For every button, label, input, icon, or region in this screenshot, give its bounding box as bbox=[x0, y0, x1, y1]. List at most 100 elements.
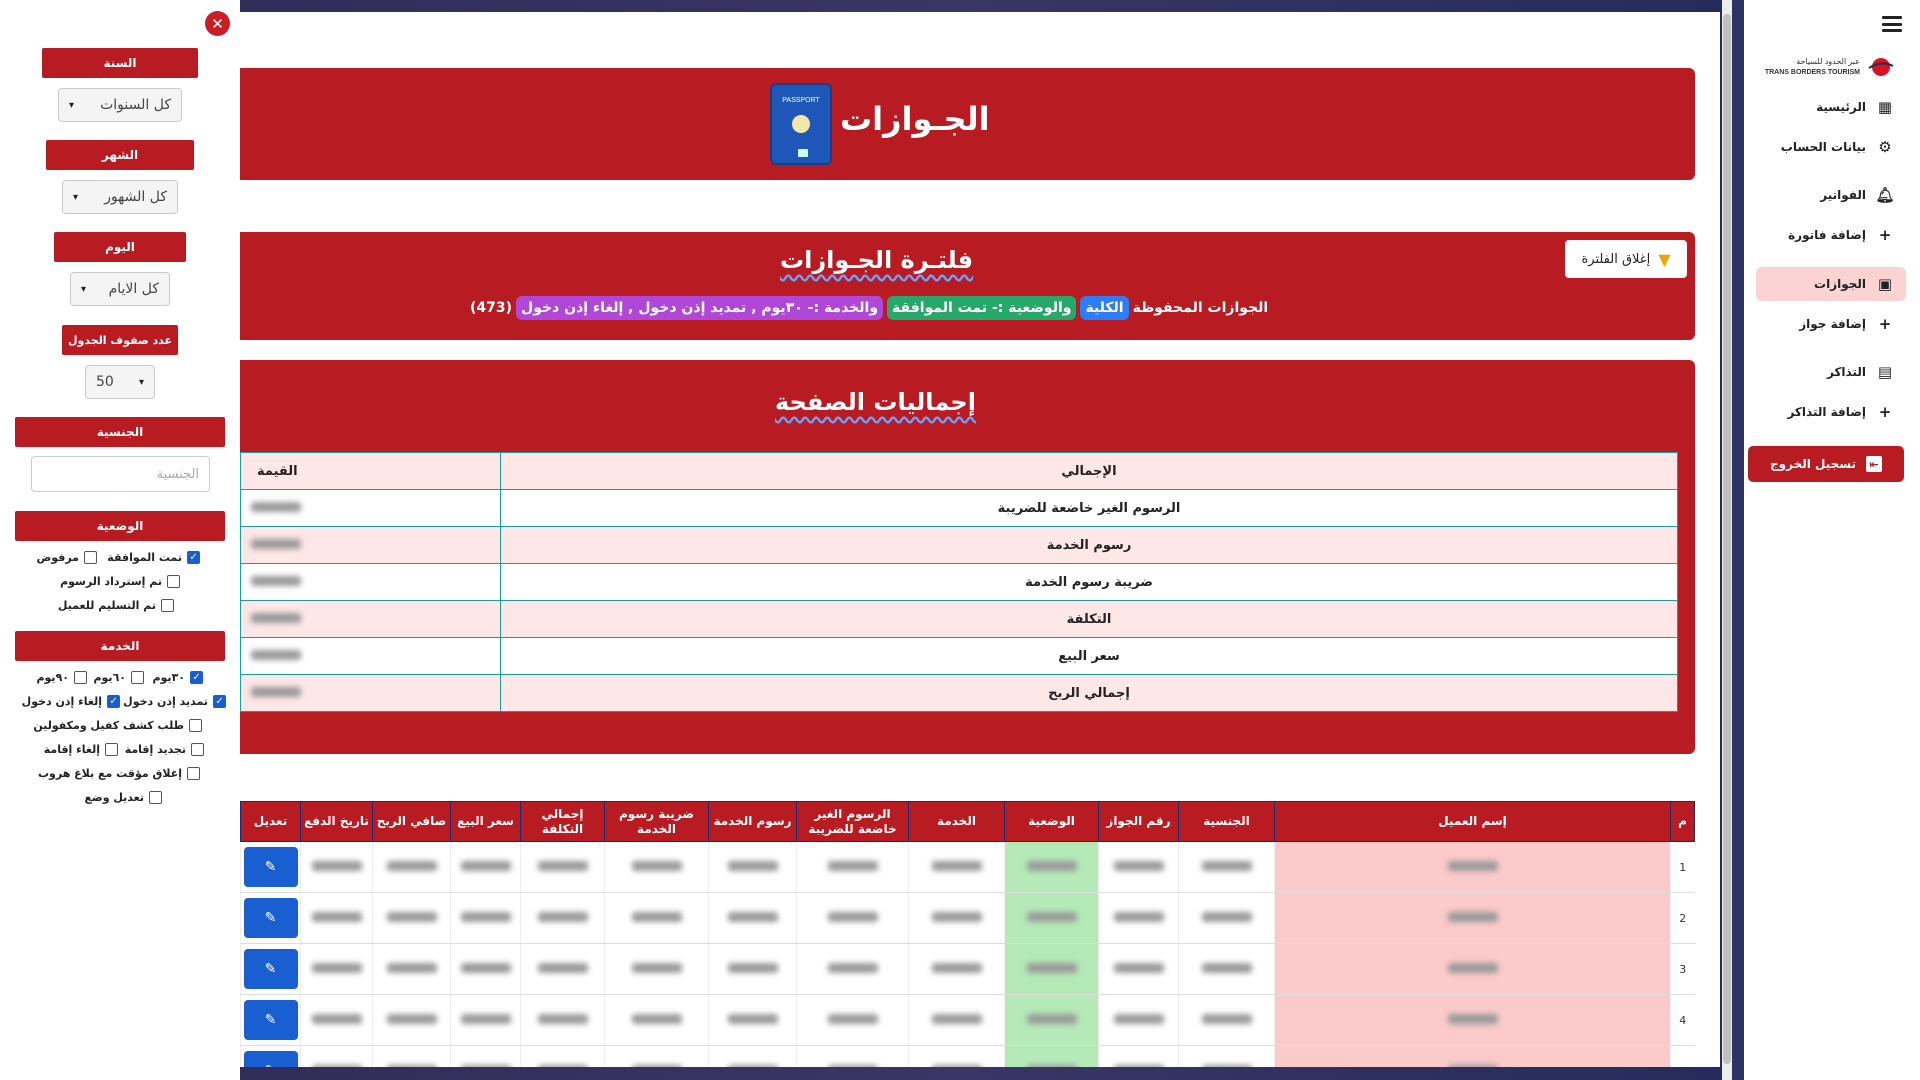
service-option-30[interactable]: ✓ ٣٠يوم bbox=[152, 671, 203, 684]
status-option-approved[interactable]: ✓ تمت الموافقة bbox=[107, 551, 200, 564]
blurred-value bbox=[827, 962, 878, 973]
logout-icon: ⇤ bbox=[1866, 456, 1882, 472]
service-option-sponsor-request[interactable]: طلب كشف كفيل ومكفولين bbox=[33, 719, 202, 732]
checkbox[interactable] bbox=[131, 671, 144, 684]
table-row[interactable]: ✎5 bbox=[240, 1045, 1695, 1067]
filter-title: فلتـرة الجـوازات bbox=[780, 246, 974, 274]
col-name[interactable]: إسم العميل bbox=[1274, 801, 1671, 842]
edit-button[interactable]: ✎ bbox=[243, 847, 298, 887]
checkbox[interactable] bbox=[191, 743, 204, 756]
edit-button[interactable]: ✎ bbox=[243, 1000, 298, 1040]
checkbox[interactable] bbox=[187, 767, 200, 780]
table-row[interactable]: ✎ 3 bbox=[240, 943, 1695, 995]
checkbox[interactable] bbox=[84, 551, 97, 564]
nationality-input[interactable]: الجنسية bbox=[31, 456, 210, 492]
col-nationality[interactable]: الجنسية bbox=[1178, 801, 1275, 842]
status-option-rejected[interactable]: مرفوض bbox=[36, 551, 97, 564]
service-option-temp-close[interactable]: إغلاق مؤقت مع بلاغ هروب bbox=[38, 767, 200, 780]
sidebar-item-passports[interactable]: ▣ الجوازات bbox=[1756, 267, 1906, 301]
month-select[interactable]: كل الشهور ▾ bbox=[62, 180, 178, 214]
redacted-cell-tax bbox=[604, 892, 709, 944]
service-option-status-change[interactable]: تعديل وضع bbox=[85, 791, 162, 804]
col-service[interactable]: الخدمة bbox=[908, 801, 1005, 842]
col-paydate[interactable]: تاريخ الدفع bbox=[300, 801, 373, 842]
funnel-icon: ▼ bbox=[1658, 249, 1671, 269]
col-edit[interactable]: تعديل bbox=[240, 801, 301, 842]
service-option-60[interactable]: ٦٠يوم bbox=[93, 671, 144, 684]
close-filter-label: إغلاق الفلترة bbox=[1581, 251, 1651, 267]
hamburger-menu-icon[interactable] bbox=[1882, 16, 1902, 32]
right-sidebar: عبر الحدود للسياحة TRANS BORDERS TOURISM… bbox=[1732, 0, 1920, 1080]
checkbox[interactable] bbox=[167, 575, 180, 588]
col-profit[interactable]: صافي الربح bbox=[372, 801, 451, 842]
table-row[interactable]: ✎ 1 bbox=[240, 841, 1695, 893]
sidebar-item-add-tickets[interactable]: + إضافة التذاكر bbox=[1756, 395, 1906, 429]
logout-button[interactable]: ⇤ تسجيل الخروج bbox=[1748, 446, 1904, 482]
brand-logo: عبر الحدود للسياحة TRANS BORDERS TOURISM bbox=[1756, 50, 1896, 84]
redacted-cell-profit bbox=[372, 841, 451, 893]
sidebar-item-add-passport[interactable]: + إضافة جواز bbox=[1756, 307, 1906, 341]
service-option-cancel-iqama[interactable]: إلغاء إقامة bbox=[44, 743, 118, 756]
logout-label: تسجيل الخروج bbox=[1770, 457, 1856, 471]
edit-button[interactable]: ✎ bbox=[243, 898, 298, 938]
redacted-cell-paydate bbox=[300, 994, 373, 1046]
day-select[interactable]: كل الايام ▾ bbox=[70, 272, 170, 306]
totals-row-label: سعر البيع bbox=[500, 637, 1678, 675]
row-index: 1 bbox=[1670, 841, 1695, 893]
sidebar-item-invoices[interactable]: 🔔︎ الفواتير bbox=[1756, 178, 1906, 212]
checkbox[interactable] bbox=[74, 671, 87, 684]
sidebar-item-account[interactable]: ⚙ بيانات الحساب bbox=[1756, 130, 1906, 164]
checkbox-checked[interactable]: ✓ bbox=[107, 695, 120, 708]
scrollbar-thumb[interactable] bbox=[1723, 14, 1731, 1064]
status-option-refunded[interactable]: تم إسترداد الرسوم bbox=[60, 575, 180, 588]
edit-button[interactable]: ✎ bbox=[243, 1051, 298, 1067]
checkbox[interactable] bbox=[161, 599, 174, 612]
sidebar-item-tickets[interactable]: ▤ التذاكر bbox=[1756, 355, 1906, 389]
edit-button[interactable]: ✎ bbox=[243, 949, 298, 989]
close-sidebar-button[interactable]: ✕ bbox=[205, 11, 230, 36]
blurred-value bbox=[827, 1013, 878, 1024]
filter-summary: الجوازات المحفوظة الكلية والوضعية :- تمت… bbox=[470, 296, 1268, 320]
col-nontax[interactable]: الرسوم الغير خاضعة للضريبة bbox=[796, 801, 909, 842]
redacted-cell-profit bbox=[372, 1045, 451, 1067]
redacted-cell-price bbox=[450, 841, 521, 893]
col-cost[interactable]: إجمالي التكلفة bbox=[520, 801, 605, 842]
blurred-value bbox=[1447, 962, 1498, 973]
checkbox[interactable] bbox=[105, 743, 118, 756]
checkbox-checked[interactable]: ✓ bbox=[187, 551, 200, 564]
checkbox-checked[interactable]: ✓ bbox=[213, 695, 226, 708]
col-passport[interactable]: رقم الجواز bbox=[1098, 801, 1179, 842]
checkbox-checked[interactable]: ✓ bbox=[190, 671, 203, 684]
rows-count-select[interactable]: 50 ▾ bbox=[85, 365, 155, 399]
blurred-value bbox=[631, 1064, 682, 1067]
sidebar-item-label: إضافة فاتورة bbox=[1788, 228, 1866, 242]
service-option-extend-entry[interactable]: ✓ تمديد إذن دخول bbox=[123, 695, 226, 708]
service-option-cancel-entry[interactable]: ✓ إلغاء إذن دخول bbox=[22, 695, 120, 708]
redacted-cell-profit bbox=[372, 943, 451, 995]
col-fee[interactable]: رسوم الخدمة bbox=[708, 801, 797, 842]
checkbox[interactable] bbox=[149, 791, 162, 804]
table-row[interactable]: ✎ 2 bbox=[240, 892, 1695, 944]
close-filter-button[interactable]: ▼ إغلاق الفلترة bbox=[1565, 240, 1687, 278]
sidebar-item-home[interactable]: ▦ الرئيسية bbox=[1756, 90, 1906, 124]
table-row[interactable]: ✎ 4 bbox=[240, 994, 1695, 1046]
col-tax[interactable]: ضريبة رسوم الخدمة bbox=[604, 801, 709, 842]
checkbox[interactable] bbox=[189, 719, 202, 732]
blurred-value bbox=[311, 860, 362, 871]
totals-row: ضريبة رسوم الخدمة bbox=[240, 563, 1678, 601]
col-price[interactable]: سعر البيع bbox=[450, 801, 521, 842]
blurred-value bbox=[727, 1013, 778, 1024]
col-status[interactable]: الوضعية bbox=[1004, 801, 1099, 842]
sidebar-item-add-invoice[interactable]: + إضافة فاتورة bbox=[1756, 218, 1906, 252]
status-option-delivered[interactable]: تم التسليم للعميل bbox=[58, 599, 174, 612]
service-option-90[interactable]: ٩٠يوم bbox=[36, 671, 87, 684]
totals-row-label: ضريبة رسوم الخدمة bbox=[500, 563, 1678, 601]
status-label: الوضعية bbox=[15, 511, 225, 541]
totals-row: سعر البيع bbox=[240, 637, 1678, 675]
blurred-value bbox=[631, 860, 682, 871]
year-select[interactable]: كل السنوات ▾ bbox=[58, 88, 182, 122]
redacted-cell-fee bbox=[708, 1045, 797, 1067]
totals-title: إجماليات الصفحة bbox=[775, 388, 976, 416]
service-option-renew-iqama[interactable]: تجديد إقامة bbox=[125, 743, 204, 756]
redacted-cell-fee bbox=[708, 943, 797, 995]
